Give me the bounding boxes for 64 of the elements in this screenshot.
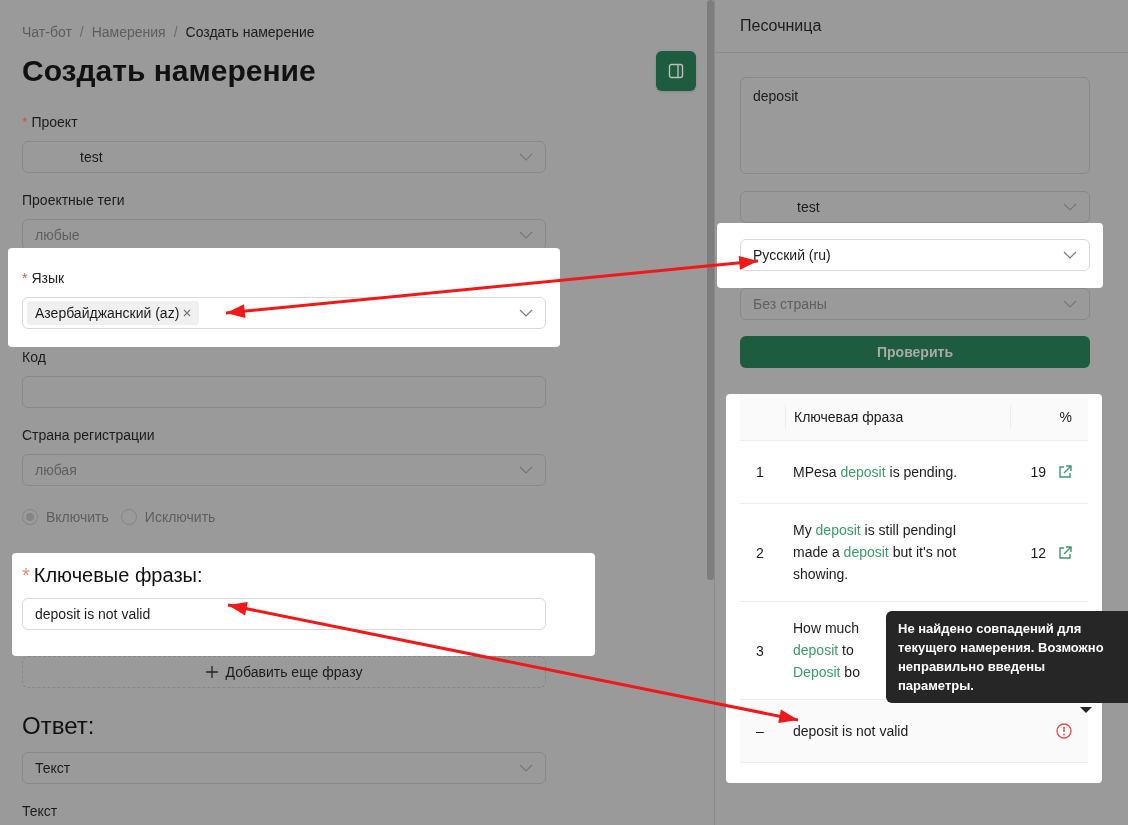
chevron-down-icon (519, 231, 533, 239)
tooltip-text: Не найдено совпадений для текущего намерения. Возможно неправильно введены параметры. (898, 620, 1105, 695)
select-value: test (79, 148, 103, 167)
phrase-input[interactable]: deposit is not valid (22, 598, 546, 630)
breadcrumb-separator: / (79, 23, 84, 42)
radio-label: Исключить (144, 508, 216, 527)
select-field[interactable]: test (22, 141, 546, 173)
tooltip-pointer (1080, 707, 1092, 713)
field-label: Проект (31, 113, 78, 132)
select-field[interactable]: Текст (22, 752, 546, 784)
select-field[interactable]: Азербайджанский (az) (22, 297, 546, 329)
select-field[interactable]: Русский (ru) (740, 239, 1090, 271)
select-placeholder: любые (35, 226, 80, 245)
column-header: % (1059, 408, 1072, 427)
external-link-icon[interactable] (1058, 465, 1072, 479)
phrase-text: MPesa deposit is pending. (793, 463, 958, 482)
chevron-down-icon (519, 466, 533, 474)
field-label: Язык (31, 269, 65, 288)
query-textarea[interactable]: deposit (740, 77, 1090, 174)
scrollbar-thumb[interactable] (707, 0, 714, 580)
breadcrumb-current: Создать намерение (185, 23, 315, 42)
required-mark: * (22, 113, 28, 132)
chevron-down-icon (519, 153, 533, 161)
phrase-text: My deposit is still pendingI made a deposit but it's not showing. (793, 521, 957, 584)
select-field[interactable]: test (740, 191, 1090, 223)
panel-title: Песочница (740, 16, 822, 36)
match-percent: 12 (1030, 543, 1046, 563)
remove-icon[interactable] (183, 309, 192, 317)
plus-icon (205, 666, 218, 678)
field-label: Текст (22, 802, 58, 821)
section-label: Ключевые фразы: (33, 563, 203, 588)
select-value: Русский (ru) (753, 246, 831, 265)
row-index: 3 (756, 642, 764, 659)
required-mark: * (22, 269, 28, 288)
chevron-down-icon (519, 309, 533, 317)
row-index: 1 (756, 464, 764, 480)
field-label: Проектные теги (22, 191, 125, 210)
row-index: 2 (756, 544, 764, 561)
language-chip[interactable]: Азербайджанский (az) (27, 301, 200, 325)
radio-label: Включить (46, 508, 109, 527)
select-value: Текст (35, 759, 71, 778)
check-button[interactable]: Проверить (740, 336, 1090, 368)
phrase-text: deposit is not valid (793, 722, 909, 741)
chevron-down-icon (519, 764, 533, 772)
add-phrase-button[interactable]: Добавить еще фразу (22, 656, 546, 688)
external-link-icon[interactable] (1058, 545, 1072, 560)
chevron-down-icon (1063, 251, 1077, 259)
field-label: Страна регистрации (22, 426, 155, 445)
phrase-text: How much deposit to Deposit bo (793, 619, 860, 682)
page-title: Создать намерение (22, 53, 316, 89)
section-label: Ответ: (22, 711, 96, 741)
field-label: Код (22, 348, 46, 367)
select-value: test (796, 198, 820, 217)
column-header: Ключевая фраза (794, 408, 904, 427)
select-placeholder: любая (35, 461, 77, 480)
chevron-down-icon (1063, 203, 1077, 211)
match-percent: 19 (1030, 463, 1046, 482)
panel-toggle-button[interactable] (656, 51, 696, 91)
sidebar-icon (668, 63, 684, 79)
required-mark: * (22, 563, 30, 588)
chevron-down-icon (1063, 300, 1077, 308)
row-index: – (756, 723, 764, 739)
breadcrumb-separator: / (173, 23, 178, 42)
select-placeholder: Без страны (753, 295, 827, 314)
